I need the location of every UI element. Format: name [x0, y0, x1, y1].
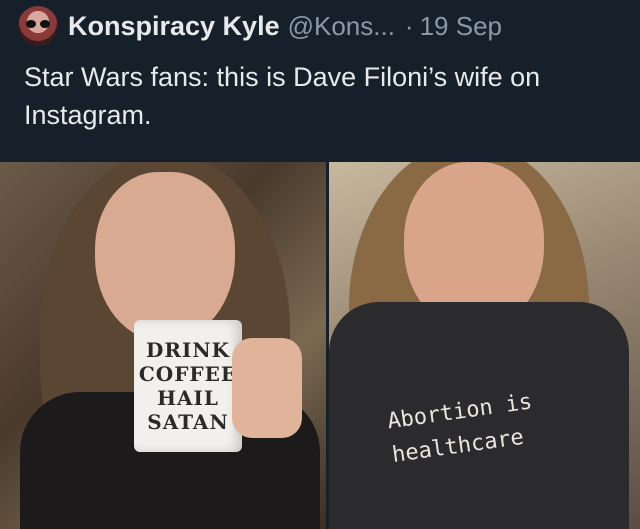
- photo-right[interactable]: Abortion is healthcare: [329, 162, 640, 529]
- mug-line-2: COFFEE: [138, 362, 238, 386]
- author-name[interactable]: Konspiracy Kyle: [68, 11, 280, 42]
- tweet-header: Konspiracy Kyle @Kons... · 19 Sep: [18, 4, 502, 48]
- mug-line-4: SATAN: [147, 410, 229, 434]
- photo-left[interactable]: DRINK COFFEE HAIL SATAN: [0, 162, 327, 529]
- mug-line-1: DRINK: [146, 338, 230, 362]
- glasses-icon: [26, 20, 50, 28]
- tweet-text: Star Wars fans: this is Dave Filoni’s wi…: [24, 62, 541, 130]
- face-shape: [95, 172, 235, 342]
- separator-dot: ·: [404, 10, 414, 41]
- tweet-media[interactable]: DRINK COFFEE HAIL SATAN Abortion is heal…: [0, 162, 640, 529]
- hand-shape: [232, 338, 302, 438]
- tweet-date[interactable]: 19 Sep: [420, 11, 502, 42]
- avatar[interactable]: [18, 6, 58, 46]
- author-handle[interactable]: @Kons...: [288, 11, 395, 42]
- mug-line-3: HAIL: [157, 386, 219, 410]
- coffee-mug: DRINK COFFEE HAIL SATAN: [134, 320, 242, 452]
